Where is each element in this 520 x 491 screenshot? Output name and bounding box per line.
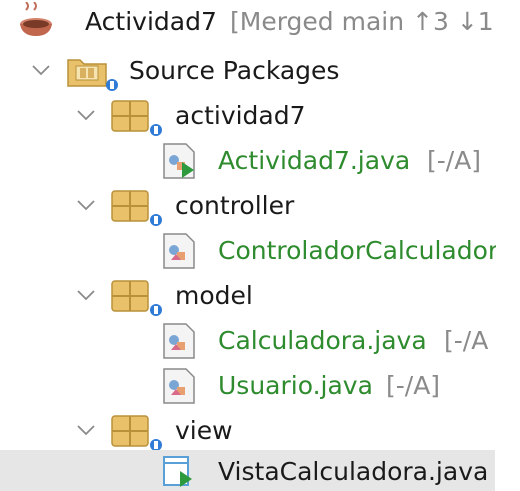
tree-row-project[interactable]: Actividad7 [Merged main ↑3 ↓1 — [0, 0, 520, 45]
package-icon — [110, 277, 162, 317]
tree-row-source-packages[interactable]: Source Packages — [0, 49, 520, 94]
package-label: model — [175, 281, 253, 310]
vcs-status: [Merged main ↑3 ↓1 — [230, 7, 494, 36]
project-name: Actividad7 — [85, 7, 217, 36]
tree-row-package-view[interactable]: view — [0, 409, 520, 454]
coffee-cup-icon — [14, 1, 60, 42]
package-label: view — [175, 416, 233, 445]
source-packages-label: Source Packages — [129, 56, 340, 85]
tree-row-file-actividad7[interactable]: Actividad7.java [-/A] — [0, 139, 520, 184]
package-icon — [110, 187, 162, 227]
tree-row-file-usuario[interactable]: Usuario.java [-/A] — [0, 364, 520, 409]
chevron-down-icon[interactable] — [30, 59, 52, 81]
main-class-icon — [160, 142, 204, 182]
file-label: VistaCalculadora.java — [218, 457, 489, 486]
chevron-down-icon[interactable] — [75, 104, 97, 126]
source-folder-icon — [66, 52, 118, 92]
form-file-icon — [160, 453, 204, 491]
java-class-icon — [160, 322, 204, 362]
package-label: controller — [175, 191, 295, 220]
panel-right-edge — [496, 0, 520, 491]
project-tree: Actividad7 [Merged main ↑3 ↓1 Source Pac… — [0, 0, 520, 491]
chevron-down-icon[interactable] — [75, 419, 97, 441]
tree-row-file-controlador[interactable]: ControladorCalculador — [0, 229, 520, 274]
tree-row-package-model[interactable]: model — [0, 274, 520, 319]
file-status: [-/A] — [386, 371, 441, 400]
java-class-icon — [160, 367, 204, 407]
tree-row-package-actividad7[interactable]: actividad7 — [0, 94, 520, 139]
tree-row-file-calculadora[interactable]: Calculadora.java [-/A — [0, 319, 520, 364]
chevron-down-icon[interactable] — [75, 194, 97, 216]
file-label: ControladorCalculador — [218, 236, 499, 265]
package-icon — [110, 412, 162, 452]
file-label: Calculadora.java — [218, 326, 427, 355]
tree-row-package-controller[interactable]: controller — [0, 184, 520, 229]
java-class-icon — [160, 232, 204, 272]
chevron-down-icon[interactable] — [75, 284, 97, 306]
file-status: [-/A] — [427, 146, 482, 175]
package-label: actividad7 — [175, 101, 306, 130]
file-status: [-/A — [444, 326, 489, 355]
file-label: Actividad7.java — [218, 146, 411, 175]
tree-row-file-vistacalculadora[interactable]: VistaCalculadora.java — [0, 450, 495, 491]
package-icon — [110, 97, 162, 137]
file-label: Usuario.java — [218, 371, 373, 400]
